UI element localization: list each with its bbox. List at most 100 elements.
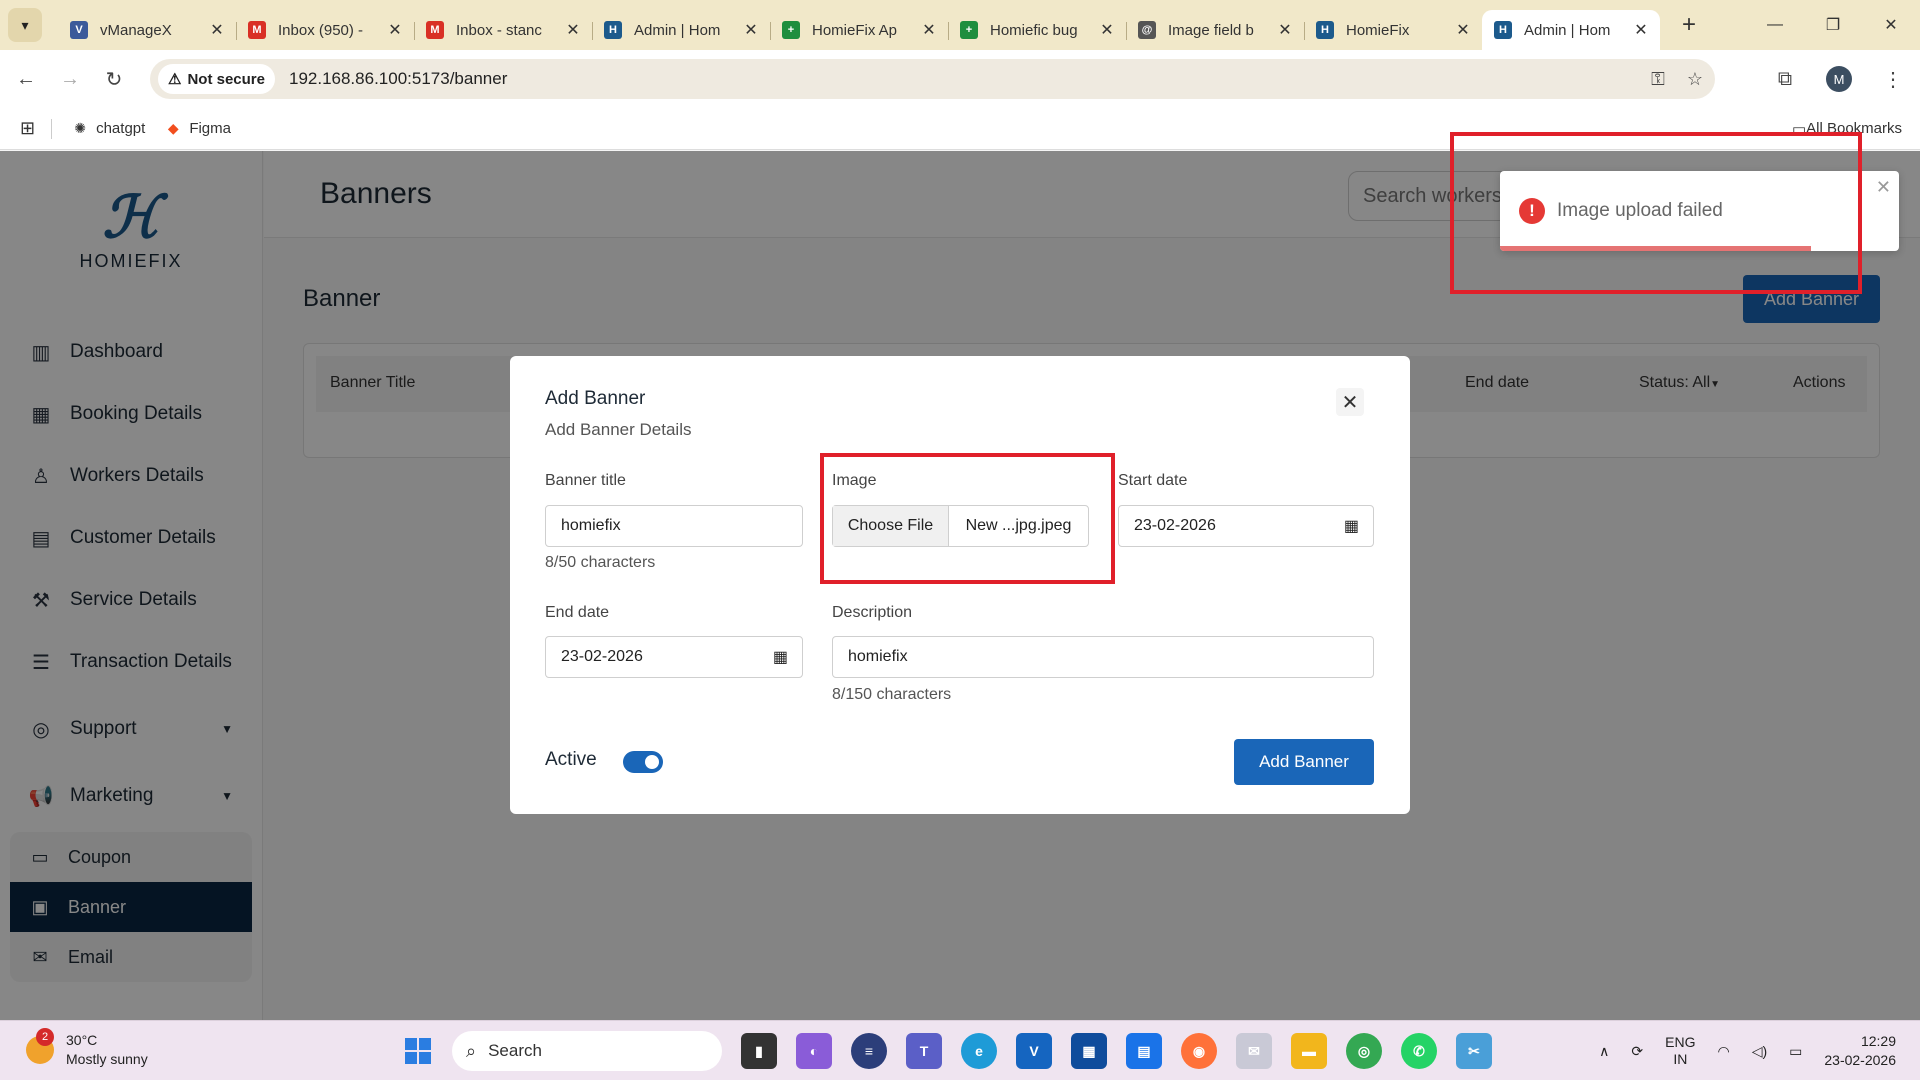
star-icon[interactable]: ☆ [1687, 69, 1703, 90]
browser-tab-active[interactable]: H Admin | Hom ✕ [1482, 10, 1660, 50]
profile-button[interactable]: M [1812, 50, 1866, 108]
browser-tab[interactable]: + Homiefic bug ✕ [948, 10, 1126, 50]
edge-icon[interactable]: e [961, 1033, 997, 1069]
tab-title: Inbox - stanc [456, 21, 542, 39]
reload-icon[interactable]: ↻ [96, 61, 132, 97]
weather-widget[interactable]: 2 30°C Mostly sunny [26, 1028, 148, 1069]
eclipse-icon[interactable]: ≡ [851, 1033, 887, 1069]
os-taskbar: 2 30°C Mostly sunny ⌕ Search ▮ ◐ ≡ T e V… [0, 1020, 1920, 1080]
description-input[interactable]: homiefix [832, 636, 1374, 678]
description-label: Description [832, 604, 913, 621]
modal-subtitle: Add Banner Details [545, 420, 692, 439]
whatsapp-icon[interactable]: ✆ [1401, 1033, 1437, 1069]
language-secondary: IN [1673, 1051, 1688, 1067]
close-icon[interactable]: ✕ [742, 20, 760, 40]
new-tab-button[interactable]: + [1674, 11, 1704, 39]
add-banner-modal: Add Banner Add Banner Details ✕ Banner t… [510, 356, 1410, 814]
browser-tab[interactable]: H HomieFix ✕ [1304, 10, 1482, 50]
close-icon[interactable]: ✕ [1632, 20, 1650, 40]
close-icon[interactable]: ✕ [920, 20, 938, 40]
battery-icon[interactable]: ▭ [1789, 1043, 1802, 1060]
key-icon[interactable]: ⚿ [1651, 69, 1665, 90]
modal-title: Add Banner [545, 388, 646, 409]
menu-icon[interactable]: ⋮ [1866, 50, 1920, 108]
taskbar-search-label: Search [488, 1041, 542, 1060]
weather-description: Mostly sunny [66, 1051, 148, 1067]
clock[interactable]: 12:29 23-02-2026 [1824, 1032, 1896, 1070]
forward-icon[interactable]: → [52, 61, 88, 97]
clock-date: 23-02-2026 [1824, 1052, 1896, 1068]
url-text[interactable]: 192.168.86.100:5173/banner [289, 69, 507, 89]
annotation-highlight-toast [1450, 132, 1862, 294]
browser-tab[interactable]: V vManageX ✕ [58, 10, 236, 50]
chatgpt-icon: @ [1138, 21, 1156, 39]
calendar-icon[interactable]: ▦ [773, 647, 788, 667]
wifi-icon[interactable]: ◠ [1717, 1043, 1729, 1060]
vmanage-icon[interactable]: V [1016, 1033, 1052, 1069]
search-icon: ⌕ [466, 1040, 477, 1061]
bookmark-figma[interactable]: ◆ Figma [165, 120, 231, 137]
homiefix-favicon-icon: H [604, 21, 622, 39]
start-date-input[interactable]: 23-02-2026 ▦ [1118, 505, 1374, 547]
close-icon[interactable]: ✕ [208, 20, 226, 40]
copilot-icon[interactable]: ◐ [796, 1033, 832, 1069]
site-security-chip[interactable]: ⚠ Not secure [158, 64, 275, 94]
teams-icon[interactable]: T [906, 1033, 942, 1069]
tab-title: Admin | Hom [1524, 21, 1611, 39]
browser-tab[interactable]: M Inbox (950) - ✕ [236, 10, 414, 50]
notepad-icon[interactable]: ▤ [1126, 1033, 1162, 1069]
homiefix-favicon-icon: H [1494, 21, 1512, 39]
tab-title: Image field b [1168, 21, 1254, 39]
task-view-icon[interactable]: ▮ [741, 1033, 777, 1069]
back-icon[interactable]: ← [8, 61, 44, 97]
window-controls: — ❐ ✕ [1746, 0, 1920, 50]
add-banner-submit-button[interactable]: Add Banner [1234, 739, 1374, 785]
sync-icon[interactable]: ⟳ [1631, 1043, 1643, 1060]
language-indicator[interactable]: ENG IN [1665, 1034, 1695, 1068]
tab-favicon-icon: V [70, 21, 88, 39]
bookmark-chatgpt[interactable]: ✺ chatgpt [72, 120, 145, 137]
sun-icon: 2 [26, 1028, 54, 1064]
chrome-icon[interactable]: ◎ [1346, 1033, 1382, 1069]
browser-tab[interactable]: M Inbox - stanc ✕ [414, 10, 592, 50]
active-toggle[interactable] [623, 751, 663, 773]
description-char-count: 8/150 characters [832, 686, 952, 703]
close-icon[interactable]: ✕ [1336, 388, 1364, 416]
banner-title-input[interactable]: homiefix [545, 505, 803, 547]
tab-search-button[interactable]: ▾ [8, 8, 42, 42]
close-icon[interactable]: ✕ [1276, 20, 1294, 40]
omnibox[interactable]: ⚠ Not secure 192.168.86.100:5173/banner … [150, 59, 1715, 99]
calendar-icon[interactable]: ▦ [1344, 516, 1359, 536]
homiefix-favicon-icon: H [1316, 21, 1334, 39]
restore-icon[interactable]: ❐ [1804, 0, 1862, 50]
browser-tab[interactable]: @ Image field b ✕ [1126, 10, 1304, 50]
close-icon[interactable]: ✕ [386, 20, 404, 40]
chevron-up-icon[interactable]: ∧ [1599, 1043, 1609, 1060]
windows-start-icon[interactable] [400, 1033, 436, 1069]
sheets-icon: + [960, 21, 978, 39]
taskbar-search[interactable]: ⌕ Search [452, 1031, 722, 1071]
close-icon[interactable]: ✕ [1454, 20, 1472, 40]
snipping-tool-icon[interactable]: ✂ [1456, 1033, 1492, 1069]
file-explorer-icon[interactable]: ▬ [1291, 1033, 1327, 1069]
extensions-icon[interactable]: ⧉ [1758, 50, 1812, 108]
minimize-icon[interactable]: — [1746, 0, 1804, 50]
close-icon[interactable]: ✕ [564, 20, 582, 40]
store-icon[interactable]: ▦ [1071, 1033, 1107, 1069]
end-date-input[interactable]: 23-02-2026 ▦ [545, 636, 803, 678]
browser-tab[interactable]: H Admin | Hom ✕ [592, 10, 770, 50]
mail-icon[interactable]: ✉ [1236, 1033, 1272, 1069]
address-toolbar: ← → ↻ ⚠ Not secure 192.168.86.100:5173/b… [0, 50, 1920, 108]
close-icon[interactable]: ✕ [1876, 177, 1891, 198]
apps-icon[interactable]: ⊞ [20, 118, 35, 139]
chatgpt-icon: ✺ [74, 120, 86, 136]
tab-title: Admin | Hom [634, 21, 721, 39]
volume-icon[interactable]: ◁) [1752, 1043, 1767, 1060]
close-icon[interactable]: ✕ [1098, 20, 1116, 40]
sheets-icon: + [782, 21, 800, 39]
end-date-value: 23-02-2026 [561, 648, 643, 665]
browser-tab-strip: ▾ V vManageX ✕ M Inbox (950) - ✕ M Inbox… [0, 0, 1920, 50]
close-window-icon[interactable]: ✕ [1862, 0, 1920, 50]
browser-tab[interactable]: + HomieFix Ap ✕ [770, 10, 948, 50]
firefox-icon[interactable]: ◉ [1181, 1033, 1217, 1069]
